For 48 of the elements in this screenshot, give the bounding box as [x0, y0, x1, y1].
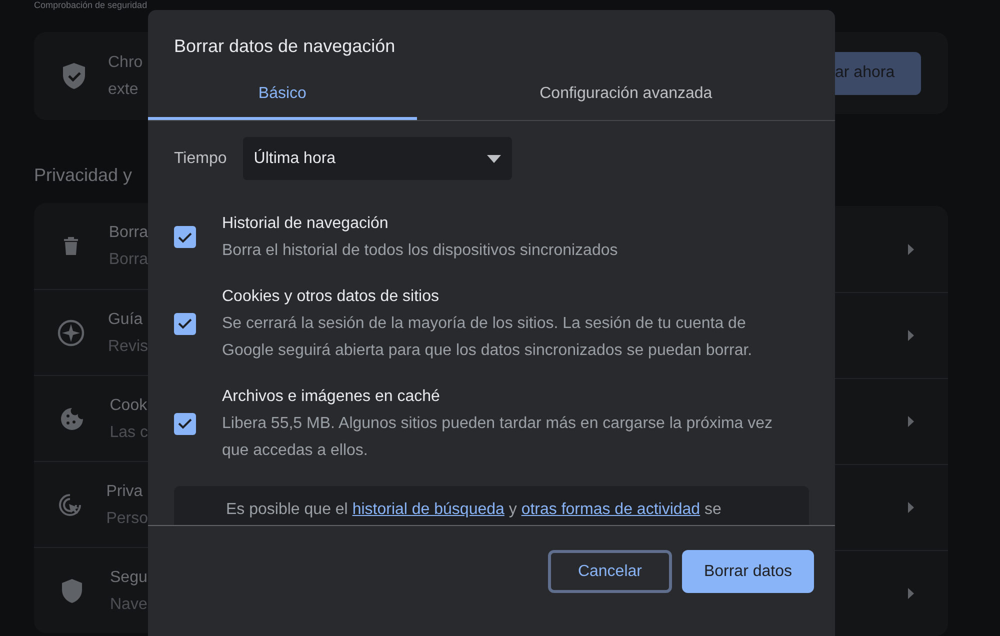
arrow-right-icon — [908, 588, 914, 599]
option-title: Cookies y otros datos de sitios — [222, 287, 440, 307]
setting-subtitle: Borra — [108, 250, 148, 270]
setting-subtitle: Perso — [106, 508, 148, 528]
setting-title: Priva — [106, 482, 144, 502]
cancel-button[interactable]: Cancelar — [548, 550, 672, 593]
arrow-right-icon — [908, 502, 914, 513]
option-description: Se cerrará la sesión de la mayoría de los sitios. La sesión de tu cuenta de Google seguirá abierta para que los datos sincronizados se puedan borrar. — [222, 314, 754, 361]
trash-icon — [63, 236, 80, 256]
section-heading: Comprobación de seguridad — [34, 0, 148, 10]
checkmark-icon — [178, 318, 192, 329]
time-range-dropdown[interactable]: Última hora — [242, 137, 512, 180]
arrow-right-icon — [908, 244, 914, 254]
dialog-title: Borrar datos de navegación — [173, 35, 396, 58]
cookie-icon — [60, 406, 84, 430]
checkmark-icon — [178, 418, 192, 429]
option-title: Archivos e imágenes en caché — [222, 387, 441, 407]
tab[interactable]: Básico — [148, 70, 417, 120]
shield-icon — [61, 578, 83, 604]
dropdown-caret-icon — [486, 154, 501, 162]
compass-icon — [56, 318, 85, 346]
card-subtitle: exte — [108, 80, 140, 100]
checkbox[interactable] — [174, 226, 196, 248]
link[interactable]: historial de búsqueda — [352, 501, 504, 518]
checkmark-icon — [178, 232, 192, 242]
option-description: Borra el historial de todos los dispositivos sincronizados — [222, 241, 618, 261]
shield-check-icon — [62, 62, 86, 90]
card-title: Chro — [108, 53, 143, 73]
notice-text: Es posible que el historial de búsqueda y otras formas de actividad se — [226, 500, 722, 520]
arrow-right-icon — [908, 330, 914, 341]
checkbox[interactable] — [174, 312, 196, 334]
setting-title: Cook — [110, 396, 148, 416]
link[interactable]: otras formas de actividad — [521, 501, 700, 518]
field-label: Tiempo — [174, 148, 227, 168]
arrow-right-icon — [908, 416, 914, 427]
confirm-button[interactable]: Borrar datos — [682, 550, 814, 593]
setting-title: Segu — [110, 568, 148, 588]
setting-subtitle: Nave — [110, 594, 148, 614]
option-description: Libera 55,5 MB. Algunos sitios pueden tardar más en cargarse la próxima vez que accedas a ellos. — [222, 414, 774, 461]
setting-title: Guía — [108, 310, 144, 330]
checkbox[interactable] — [174, 412, 196, 434]
option-title: Historial de navegación — [222, 214, 390, 234]
setting-subtitle: Revis — [108, 336, 148, 356]
setting-title: Borra — [108, 223, 148, 243]
setting-subtitle: Las c — [110, 422, 148, 442]
tab[interactable]: Configuración avanzada — [416, 70, 835, 120]
section-title: Privacidad y — [34, 164, 134, 187]
cursor-target-icon — [58, 492, 82, 516]
